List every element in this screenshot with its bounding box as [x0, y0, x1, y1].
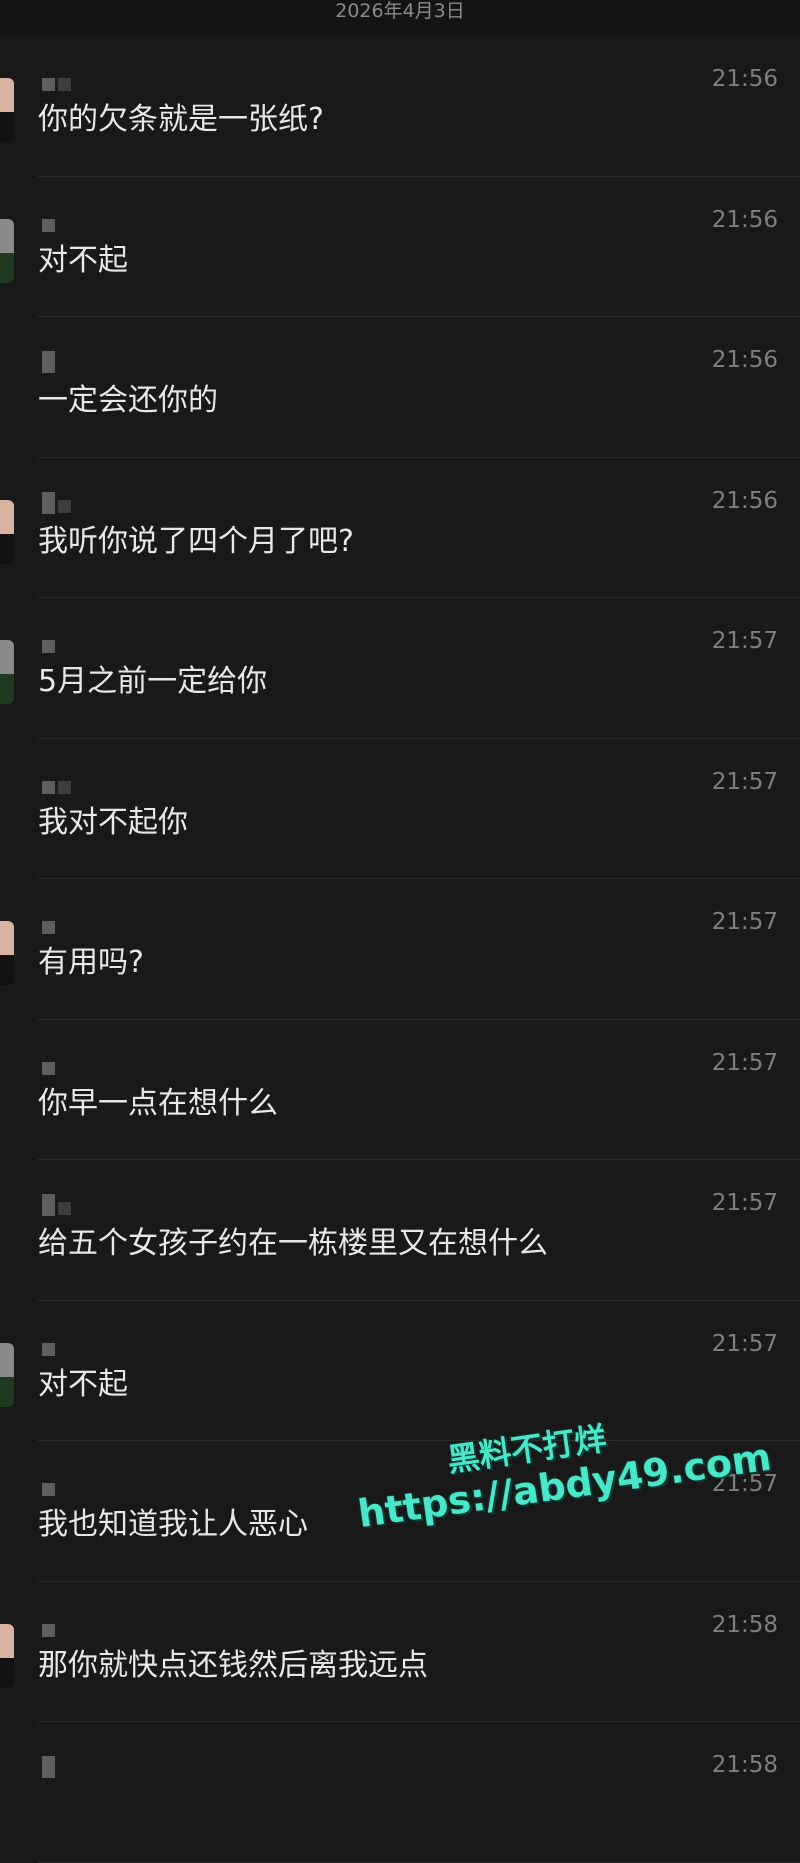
- message-time: 21:57: [711, 628, 778, 654]
- message-time: 21:56: [711, 487, 778, 514]
- sender-name-blurred: [42, 640, 55, 654]
- message-text: 你早一点在想什么: [38, 1085, 278, 1121]
- message-time: 21:57: [711, 1049, 778, 1076]
- sender-name-blurred: [42, 1756, 55, 1778]
- sender-name-blurred: [42, 351, 55, 373]
- message-time: 21:57: [711, 768, 778, 795]
- message-row[interactable]: 21:57 给五个女孩子约在一栋楼里又在想什么: [0, 1160, 800, 1301]
- message-row[interactable]: 21:57 5月之前一定给你: [0, 598, 800, 739]
- message-row[interactable]: 21:56 你的欠条就是一张纸?: [0, 36, 800, 177]
- avatar[interactable]: [0, 499, 14, 564]
- message-text: 给五个女孩子约在一栋楼里又在想什么: [38, 1226, 548, 1261]
- message-text: 5月之前一定给你: [38, 664, 268, 699]
- message-text: 有用吗?: [38, 945, 144, 980]
- message-time: 21:56: [711, 66, 778, 92]
- message-text: 一定会还你的: [38, 383, 218, 418]
- message-list[interactable]: 21:56 你的欠条就是一张纸? 21:56 对不起 21:56 一定会还你的 21:56 我…: [0, 36, 800, 1863]
- sender-name-blurred: [42, 1342, 55, 1357]
- avatar[interactable]: [0, 78, 14, 142]
- message-row[interactable]: 21:58 那你就快点还钱然后离我远点: [0, 1582, 800, 1722]
- avatar[interactable]: [0, 218, 14, 283]
- message-text: 对不起: [38, 242, 128, 278]
- sender-name-blurred: [42, 491, 71, 514]
- avatar[interactable]: [0, 921, 14, 985]
- message-time: 21:57: [711, 1471, 778, 1497]
- message-time: 21:56: [711, 206, 778, 233]
- sender-name-blurred: [42, 1623, 55, 1638]
- message-row[interactable]: 21:57 我也知道我让人恶心: [0, 1441, 800, 1582]
- message-text: 我也知道我让人恶心: [38, 1507, 308, 1542]
- message-time: 21:58: [711, 1752, 778, 1778]
- sender-name-blurred: [42, 1061, 55, 1076]
- message-time: 21:58: [711, 1611, 778, 1638]
- message-row[interactable]: 21:56 一定会还你的: [0, 317, 800, 458]
- message-time: 21:57: [711, 909, 778, 935]
- message-divider: [38, 1861, 800, 1863]
- message-row[interactable]: 21:57 我对不起你: [0, 739, 800, 879]
- sender-name-blurred: [42, 1483, 55, 1497]
- message-row[interactable]: 21:57 有用吗?: [0, 879, 800, 1020]
- message-time: 21:57: [711, 1330, 778, 1357]
- sender-name-blurred: [42, 1194, 71, 1216]
- date-label: 2026年4月3日: [335, 0, 465, 22]
- message-text: 那你就快点还钱然后离我远点: [38, 1647, 428, 1683]
- sender-name-blurred: [42, 780, 71, 795]
- sender-name-blurred: [42, 78, 71, 92]
- avatar[interactable]: [0, 1623, 14, 1688]
- message-row[interactable]: 21:58: [0, 1722, 800, 1863]
- message-row[interactable]: 21:57 你早一点在想什么: [0, 1020, 800, 1160]
- date-header: 2026年4月3日: [0, 0, 800, 36]
- message-text: 我对不起你: [38, 804, 188, 840]
- message-time: 21:56: [711, 347, 778, 373]
- message-time: 21:57: [711, 1190, 778, 1216]
- sender-name-blurred: [42, 921, 55, 935]
- message-row[interactable]: 21:57 对不起: [0, 1301, 800, 1441]
- message-text: 对不起: [38, 1366, 128, 1402]
- message-text: 我听你说了四个月了吧?: [38, 523, 354, 559]
- avatar[interactable]: [0, 1342, 14, 1407]
- sender-name-blurred: [42, 218, 55, 233]
- avatar[interactable]: [0, 640, 14, 704]
- message-row[interactable]: 21:56 我听你说了四个月了吧?: [0, 458, 800, 598]
- message-row[interactable]: 21:56 对不起: [0, 177, 800, 317]
- message-text: 你的欠条就是一张纸?: [38, 102, 324, 137]
